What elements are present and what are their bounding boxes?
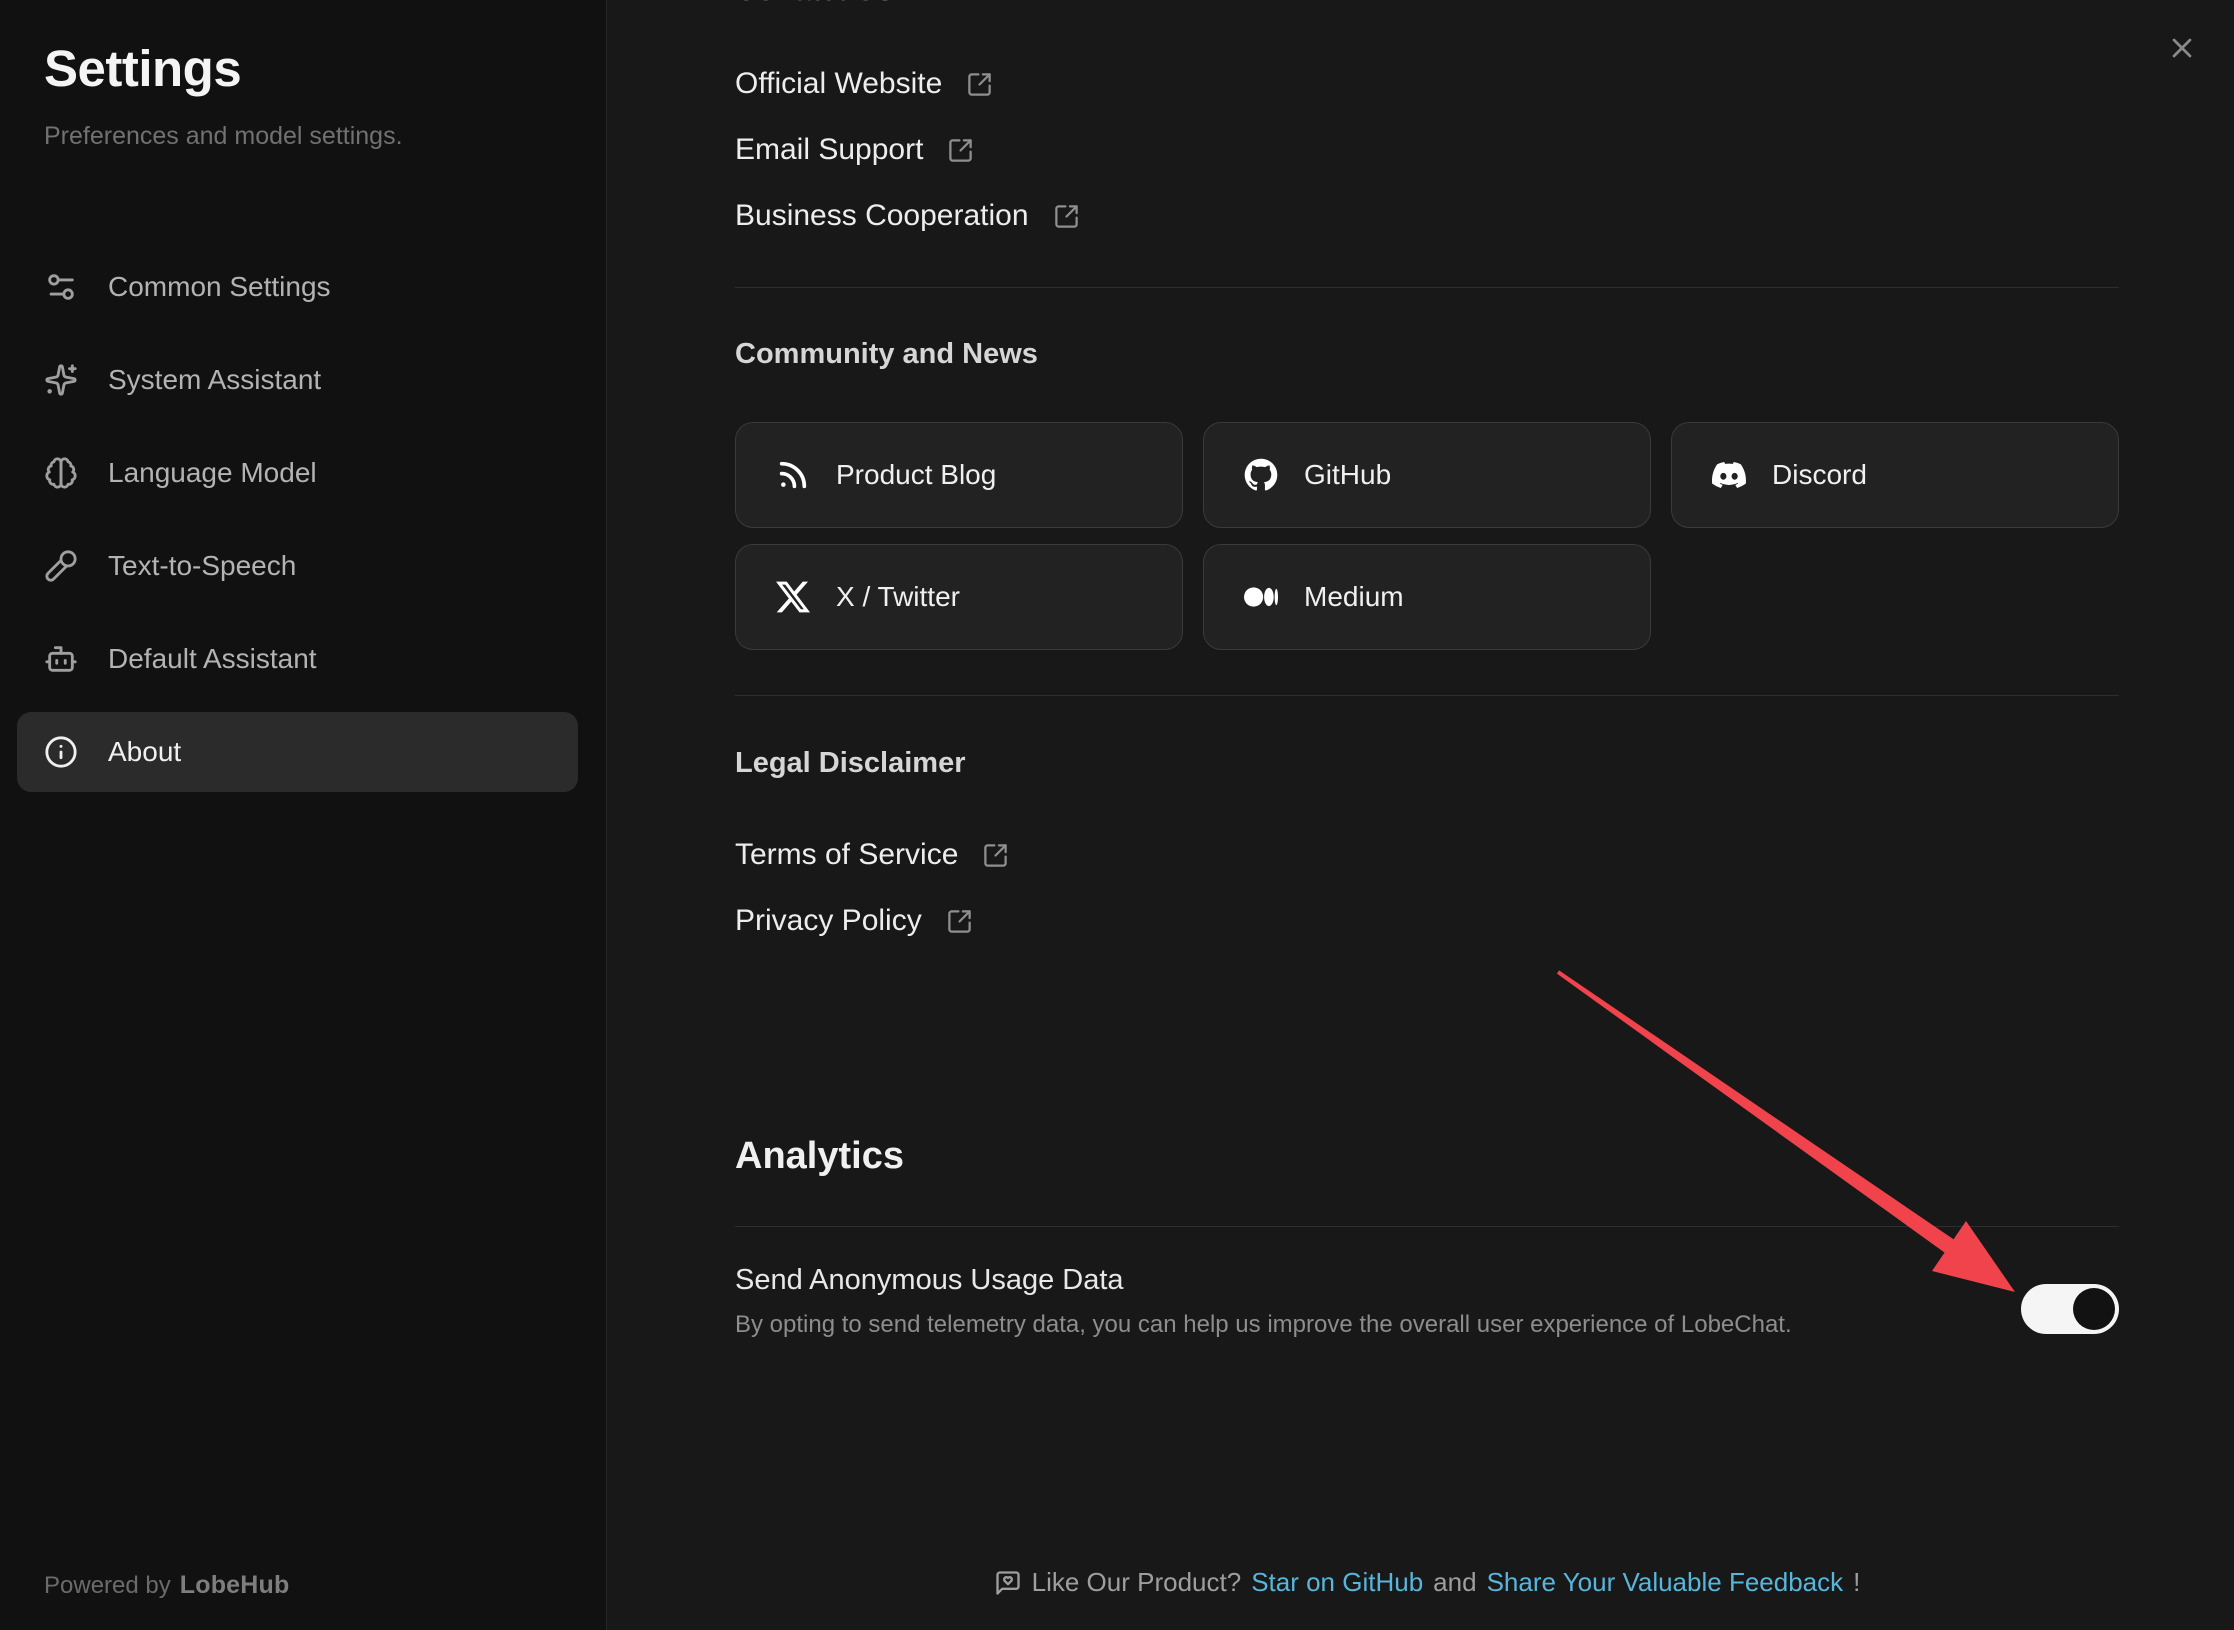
link-label: Business Cooperation: [735, 199, 1029, 233]
info-icon: [44, 735, 78, 769]
sliders-icon: [44, 270, 78, 304]
settings-sidebar: Settings Preferences and model settings.…: [0, 0, 607, 1630]
share-feedback-link[interactable]: Share Your Valuable Feedback: [1487, 1567, 1844, 1598]
sidebar-item-label: Common Settings: [108, 271, 331, 303]
section-divider: [735, 287, 2119, 288]
external-link-icon: [966, 71, 993, 98]
about-panel: Contact Us Official Website Email Suppor…: [608, 0, 2234, 1630]
business-cooperation-link[interactable]: Business Cooperation: [735, 193, 1080, 239]
sidebar-item-label: Default Assistant: [108, 643, 317, 675]
sparkles-icon: [44, 363, 78, 397]
close-icon: [2166, 32, 2198, 64]
button-label: GitHub: [1304, 459, 1391, 491]
powered-by-label: Powered by: [44, 1572, 171, 1600]
x-icon: [776, 580, 810, 614]
star-on-github-link[interactable]: Star on GitHub: [1251, 1567, 1423, 1598]
external-link-icon: [946, 908, 973, 935]
powered-by: Powered by LobeHub: [44, 1571, 289, 1600]
page-subtitle: Preferences and model settings.: [44, 121, 578, 151]
contact-us-heading: Contact Us: [735, 0, 2119, 8]
sidebar-item-system-assistant[interactable]: System Assistant: [17, 340, 578, 420]
section-divider: [735, 695, 2119, 696]
lobehub-logo[interactable]: LobeHub: [180, 1571, 290, 1600]
toggle-knob: [2073, 1288, 2115, 1330]
official-website-link[interactable]: Official Website: [735, 61, 993, 107]
medium-button[interactable]: Medium: [1203, 544, 1651, 650]
usage-data-setting: Send Anonymous Usage Data By opting to s…: [735, 1264, 2119, 1339]
usage-data-toggle[interactable]: [2021, 1284, 2119, 1334]
microphone-icon: [44, 549, 78, 583]
sidebar-item-label: System Assistant: [108, 364, 321, 396]
sidebar-item-language-model[interactable]: Language Model: [17, 433, 578, 513]
sidebar-item-label: Language Model: [108, 457, 317, 489]
terms-of-service-link[interactable]: Terms of Service: [735, 832, 1009, 878]
external-link-icon: [947, 137, 974, 164]
contact-links: Official Website Email Support Business …: [735, 61, 2119, 239]
button-label: Discord: [1772, 459, 1867, 491]
sidebar-item-common-settings[interactable]: Common Settings: [17, 247, 578, 327]
github-icon: [1244, 458, 1278, 492]
legal-heading: Legal Disclaimer: [735, 747, 2119, 780]
close-button[interactable]: [2166, 32, 2198, 64]
discord-icon: [1712, 458, 1746, 492]
link-label: Email Support: [735, 133, 923, 167]
button-label: X / Twitter: [836, 581, 960, 613]
github-button[interactable]: GitHub: [1203, 422, 1651, 528]
sidebar-item-text-to-speech[interactable]: Text-to-Speech: [17, 526, 578, 606]
analytics-heading: Analytics: [735, 1135, 2119, 1178]
page-title: Settings: [44, 40, 578, 99]
link-label: Privacy Policy: [735, 904, 922, 938]
usage-data-label: Send Anonymous Usage Data: [735, 1264, 1792, 1297]
footer-text: and: [1433, 1567, 1476, 1598]
rss-icon: [776, 458, 810, 492]
settings-nav: Common Settings System Assistant Languag…: [17, 247, 578, 792]
x-twitter-button[interactable]: X / Twitter: [735, 544, 1183, 650]
sidebar-item-about[interactable]: About: [17, 712, 578, 792]
button-label: Medium: [1304, 581, 1404, 613]
section-divider: [735, 1226, 2119, 1227]
external-link-icon: [1053, 203, 1080, 230]
email-support-link[interactable]: Email Support: [735, 127, 974, 173]
privacy-policy-link[interactable]: Privacy Policy: [735, 898, 973, 944]
community-heading: Community and News: [735, 338, 2119, 371]
legal-links: Terms of Service Privacy Policy: [735, 832, 2119, 944]
sidebar-item-label: About: [108, 736, 181, 768]
brain-icon: [44, 456, 78, 490]
footer-text: Like Our Product?: [1032, 1567, 1242, 1598]
product-blog-button[interactable]: Product Blog: [735, 422, 1183, 528]
link-label: Terms of Service: [735, 838, 958, 872]
sidebar-item-default-assistant[interactable]: Default Assistant: [17, 619, 578, 699]
community-buttons: Product Blog GitHub Discord X / Twitter: [735, 422, 2119, 650]
feedback-footer: Like Our Product? Star on GitHub and Sha…: [735, 1567, 2119, 1598]
external-link-icon: [982, 842, 1009, 869]
discord-button[interactable]: Discord: [1671, 422, 2119, 528]
sidebar-item-label: Text-to-Speech: [108, 550, 296, 582]
usage-data-description: By opting to send telemetry data, you ca…: [735, 1311, 1792, 1339]
medium-icon: [1244, 580, 1278, 614]
link-label: Official Website: [735, 67, 942, 101]
button-label: Product Blog: [836, 459, 996, 491]
footer-text: !: [1853, 1567, 1860, 1598]
bot-icon: [44, 642, 78, 676]
message-heart-icon: [994, 1569, 1022, 1597]
